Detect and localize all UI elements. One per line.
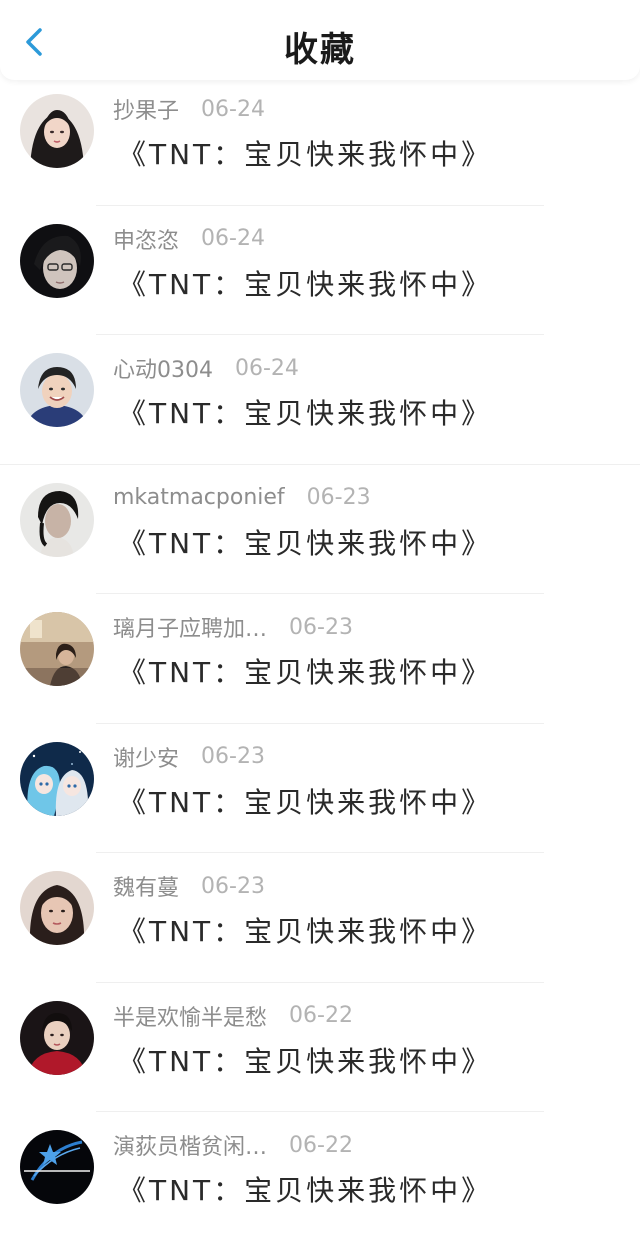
list-item[interactable]: 申恣恣 06-24 《TNT：宝贝快来我怀中》: [0, 210, 640, 340]
avatar[interactable]: [20, 223, 94, 298]
avatar-photo: [20, 353, 94, 427]
username[interactable]: 谢少安: [113, 741, 179, 773]
list-item[interactable]: 演荻员楷贫闲… 06-22 《TNT：宝贝快来我怀中》: [0, 1116, 640, 1246]
page-title: 收藏: [284, 30, 356, 70]
date: 06-24: [235, 355, 299, 381]
username[interactable]: 魏有蔓: [113, 870, 179, 902]
favorites-list: 抄果子 06-24 《TNT：宝贝快来我怀中》 申恣恣 06-24 《TNT：宝…: [0, 80, 640, 1246]
story-title[interactable]: 《TNT：宝贝快来我怀中》: [118, 522, 492, 562]
story-title[interactable]: 《TNT：宝贝快来我怀中》: [118, 651, 492, 691]
divider: [96, 981, 544, 983]
avatar[interactable]: [20, 871, 94, 945]
story-title[interactable]: 《TNT：宝贝快来我怀中》: [118, 781, 492, 821]
divider: [96, 1111, 544, 1112]
list-item[interactable]: 半是欢愉半是愁 06-22 《TNT：宝贝快来我怀中》: [0, 987, 640, 1117]
divider: [0, 463, 640, 465]
list-item[interactable]: mkatmacponief 06-23 《TNT：宝贝快来我怀中》: [0, 469, 640, 599]
date: 06-23: [306, 485, 371, 510]
story-title[interactable]: 《TNT：宝贝快来我怀中》: [118, 1040, 492, 1080]
story-title[interactable]: 《TNT：宝贝快来我怀中》: [118, 1169, 492, 1209]
story-title[interactable]: 《TNT：宝贝快来我怀中》: [118, 392, 492, 432]
list-item[interactable]: 谢少安 06-23 《TNT：宝贝快来我怀中》: [0, 728, 640, 858]
date: 06-23: [289, 614, 353, 640]
avatar-illustration: [20, 741, 94, 816]
username[interactable]: 心动0304: [113, 352, 213, 384]
avatar-photo: [20, 223, 94, 298]
top-bar: 收藏: [0, 0, 640, 80]
avatar-photo: [20, 1000, 94, 1075]
avatar[interactable]: [20, 482, 94, 557]
date: 06-24: [201, 96, 265, 122]
avatar[interactable]: [20, 94, 94, 168]
avatar-photo: [20, 612, 94, 686]
avatar[interactable]: [20, 741, 94, 816]
avatar-logo: [20, 1130, 94, 1204]
date: 06-24: [201, 226, 265, 251]
story-title[interactable]: 《TNT：宝贝快来我怀中》: [118, 133, 492, 173]
avatar[interactable]: [20, 353, 94, 427]
username[interactable]: 半是欢愉半是愁: [113, 1000, 267, 1032]
list-item[interactable]: 璃月子应聘加… 06-23 《TNT：宝贝快来我怀中》: [0, 598, 640, 728]
date: 06-22: [289, 1132, 353, 1158]
avatar[interactable]: [20, 1130, 94, 1204]
list-item[interactable]: 心动0304 06-24 《TNT：宝贝快来我怀中》: [0, 339, 640, 469]
divider: [96, 593, 544, 594]
username[interactable]: 璃月子应聘加…: [113, 611, 267, 643]
avatar-photo: [20, 871, 94, 945]
avatar[interactable]: [20, 1000, 94, 1075]
username[interactable]: mkatmacponief: [113, 485, 285, 510]
avatar-photo: [20, 482, 94, 557]
list-item[interactable]: 魏有蔓 06-23 《TNT：宝贝快来我怀中》: [0, 857, 640, 987]
divider: [96, 852, 544, 853]
avatar-photo: [20, 94, 94, 168]
date: 06-22: [289, 1003, 353, 1028]
username[interactable]: 演荻员楷贫闲…: [113, 1129, 267, 1161]
date: 06-23: [201, 744, 265, 769]
avatar[interactable]: [20, 612, 94, 686]
divider: [96, 334, 544, 335]
date: 06-23: [201, 873, 265, 899]
divider: [96, 204, 544, 206]
story-title[interactable]: 《TNT：宝贝快来我怀中》: [118, 910, 492, 950]
username[interactable]: 申恣恣: [113, 223, 179, 255]
story-title[interactable]: 《TNT：宝贝快来我怀中》: [118, 263, 492, 303]
divider: [96, 722, 544, 724]
username[interactable]: 抄果子: [113, 93, 179, 125]
list-item[interactable]: 抄果子 06-24 《TNT：宝贝快来我怀中》: [0, 80, 640, 210]
